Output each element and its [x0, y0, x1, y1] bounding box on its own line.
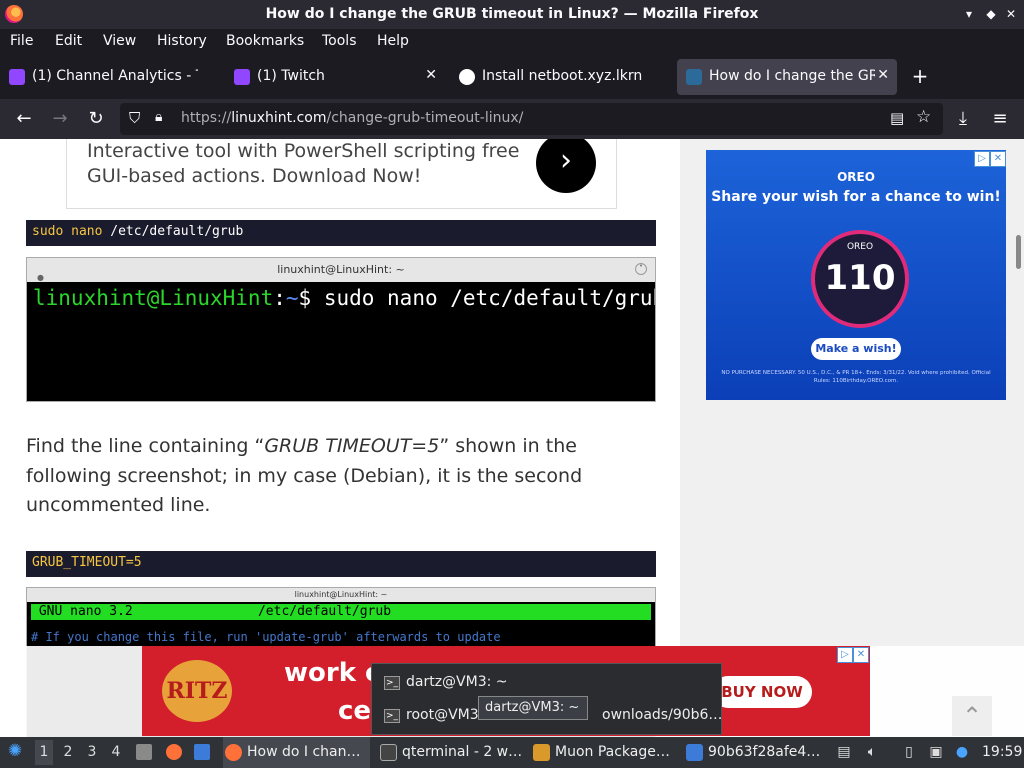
- terminal-icon: >_: [384, 676, 400, 690]
- menu-history[interactable]: History: [157, 33, 207, 49]
- volume-icon[interactable]: 🔈︎: [864, 744, 880, 760]
- ritz-logo: RITZ: [162, 660, 232, 722]
- ad-headline: Share your wish for a chance to win!: [711, 189, 1001, 205]
- menu-view[interactable]: View: [103, 33, 136, 49]
- ad-choices-icon[interactable]: ▷: [837, 647, 853, 663]
- tooltip: dartz@VM3: ~: [478, 696, 588, 720]
- tab-label: (1) Channel Analytics - Tw: [32, 68, 198, 84]
- tab-channel-analytics[interactable]: (1) Channel Analytics - Tw: [0, 59, 224, 95]
- window-titlebar: How do I change the GRUB timeout in Linu…: [0, 0, 1024, 29]
- twitch-icon: [9, 69, 25, 85]
- url-bar[interactable]: ⛉ 🔒︎ https://linuxhint.com/change-grub-t…: [120, 103, 943, 135]
- tab-twitch[interactable]: (1) Twitch ✕: [225, 59, 445, 95]
- code-block-timeout: GRUB_TIMEOUT=5: [26, 551, 656, 577]
- code-block-nano: sudo nano /etc/default/grub: [26, 220, 656, 246]
- terminal-command: linuxhint@LinuxHint:~$ sudo nano /etc/de…: [33, 286, 656, 310]
- github-icon: [459, 69, 475, 85]
- tab-label: Install netboot.xyz.lkrn in: [482, 68, 648, 84]
- reader-view-icon[interactable]: ▤: [890, 109, 904, 127]
- navigation-bar: ← → ↻ ⛉ 🔒︎ https://linuxhint.com/change-…: [0, 99, 1024, 139]
- package-icon: [533, 744, 550, 761]
- taskbar-item-folder[interactable]: 90b63f28afe4…: [684, 737, 824, 768]
- minimize-icon[interactable]: ▾: [960, 5, 978, 23]
- make-a-wish-button[interactable]: Make a wish!: [811, 338, 901, 360]
- clipboard-icon[interactable]: ▯: [901, 744, 917, 760]
- oreo-ad[interactable]: ▷ ✕ OREO Share your wish for a chance to…: [706, 150, 1006, 400]
- nano-comment-line: # If you change this file, run 'update-g…: [31, 630, 501, 644]
- tab-grub-timeout[interactable]: How do I change the GRU ✕: [677, 59, 897, 95]
- terminal-titlebar: linuxhint@LinuxHint: ~: [27, 588, 655, 602]
- ad-text: Interactive tool with PowerShell scripti…: [87, 140, 520, 187]
- scrollbar-thumb[interactable]: [1016, 235, 1021, 269]
- url-text[interactable]: https://linuxhint.com/change-grub-timeou…: [181, 110, 523, 126]
- back-to-top-button[interactable]: ⌃: [952, 696, 992, 736]
- downloads-icon[interactable]: ⤓: [952, 108, 974, 130]
- terminal-icon: >_: [384, 709, 400, 723]
- tab-bar: (1) Channel Analytics - Tw (1) Twitch ✕ …: [0, 54, 1024, 99]
- ad-close-icon[interactable]: ✕: [853, 647, 869, 663]
- ad-brand: OREO: [837, 170, 875, 184]
- workspace-2[interactable]: 2: [59, 744, 77, 760]
- ad-close-icon[interactable]: ✕: [990, 151, 1006, 167]
- ad-choices-icon[interactable]: ▷: [974, 151, 990, 167]
- terminal-icon: [380, 744, 397, 761]
- workspace-1[interactable]: 1: [35, 740, 53, 765]
- menu-edit[interactable]: Edit: [55, 33, 82, 49]
- firefox-icon: [225, 744, 242, 761]
- ad-fine-print: NO PURCHASE NECESSARY. 50 U.S., D.C., & …: [721, 370, 991, 384]
- taskbar: ✺ 1 2 3 4 How do I chan… qterminal - 2 w…: [0, 737, 1024, 768]
- workspace-4[interactable]: 4: [107, 744, 125, 760]
- twitch-icon: [234, 69, 250, 85]
- top-ad-banner[interactable]: Interactive tool with PowerShell scripti…: [66, 139, 617, 209]
- folder-icon: [686, 744, 703, 761]
- tab-netboot[interactable]: Install netboot.xyz.lkrn in: [450, 59, 672, 95]
- terminal-screenshot: ● linuxhint@LinuxHint: ~ ˅ linuxhint@Linux…: [26, 257, 656, 402]
- bookmark-star-icon[interactable]: ☆: [916, 107, 931, 127]
- maximize-icon[interactable]: ◆: [982, 5, 1000, 23]
- close-icon[interactable]: ✕: [1002, 5, 1020, 23]
- reload-icon[interactable]: ↻: [85, 108, 107, 130]
- tab-close-icon[interactable]: ✕: [877, 67, 889, 83]
- chevron-down-icon: ˅: [635, 263, 647, 275]
- taskbar-item-muon[interactable]: Muon Package…: [531, 737, 677, 768]
- menu-bar: File Edit View History Bookmarks Tools H…: [0, 29, 1024, 54]
- tab-close-icon[interactable]: ✕: [425, 67, 437, 83]
- clock: 19:59: [982, 744, 1023, 760]
- forward-icon[interactable]: →: [49, 108, 71, 130]
- network-icon[interactable]: ▣: [928, 744, 944, 760]
- back-icon[interactable]: ←: [13, 108, 35, 130]
- firefox-launcher-icon[interactable]: [166, 744, 182, 760]
- oreo-cookie-image: OREO 110: [811, 230, 909, 328]
- tray-scroll-icon[interactable]: ▤: [836, 744, 852, 760]
- taskbar-item-firefox[interactable]: How do I chan…: [223, 737, 370, 768]
- workspace-3[interactable]: 3: [83, 744, 101, 760]
- file-manager-icon[interactable]: [136, 744, 152, 760]
- menu-file[interactable]: File: [10, 33, 33, 49]
- menu-help[interactable]: Help: [377, 33, 409, 49]
- terminal-titlebar: ● linuxhint@LinuxHint: ~ ˅: [27, 258, 655, 282]
- ad-arrow-button[interactable]: ›: [536, 139, 596, 193]
- shield-icon[interactable]: ⛉: [129, 109, 140, 127]
- tab-label: (1) Twitch: [257, 68, 325, 84]
- instruction-paragraph: Find the line containing “GRUB TIMEOUT=5…: [26, 435, 583, 516]
- taskbar-item-qterminal[interactable]: qterminal - 2 w…: [378, 737, 526, 768]
- new-tab-icon[interactable]: +: [910, 66, 930, 86]
- nano-header: GNU nano 3.2 /etc/default/grub: [31, 604, 651, 620]
- desktop-icon[interactable]: [194, 744, 210, 760]
- notification-icon[interactable]: ●: [954, 744, 970, 760]
- buy-now-button[interactable]: BUY NOW: [712, 676, 812, 708]
- ad-text-1: work c: [284, 658, 381, 688]
- linuxhint-icon: [686, 69, 702, 85]
- menu-bookmarks[interactable]: Bookmarks: [226, 33, 304, 49]
- window-title: How do I change the GRUB timeout in Linu…: [265, 6, 759, 22]
- app-menu-icon[interactable]: ≡: [989, 108, 1011, 130]
- start-menu-icon[interactable]: ✺: [7, 743, 23, 760]
- tab-label: How do I change the GRU: [709, 68, 875, 84]
- menu-tools[interactable]: Tools: [322, 33, 357, 49]
- lock-icon[interactable]: 🔒︎: [155, 109, 162, 125]
- popup-item-dartz[interactable]: >_ dartz@VM3: ~: [384, 674, 704, 694]
